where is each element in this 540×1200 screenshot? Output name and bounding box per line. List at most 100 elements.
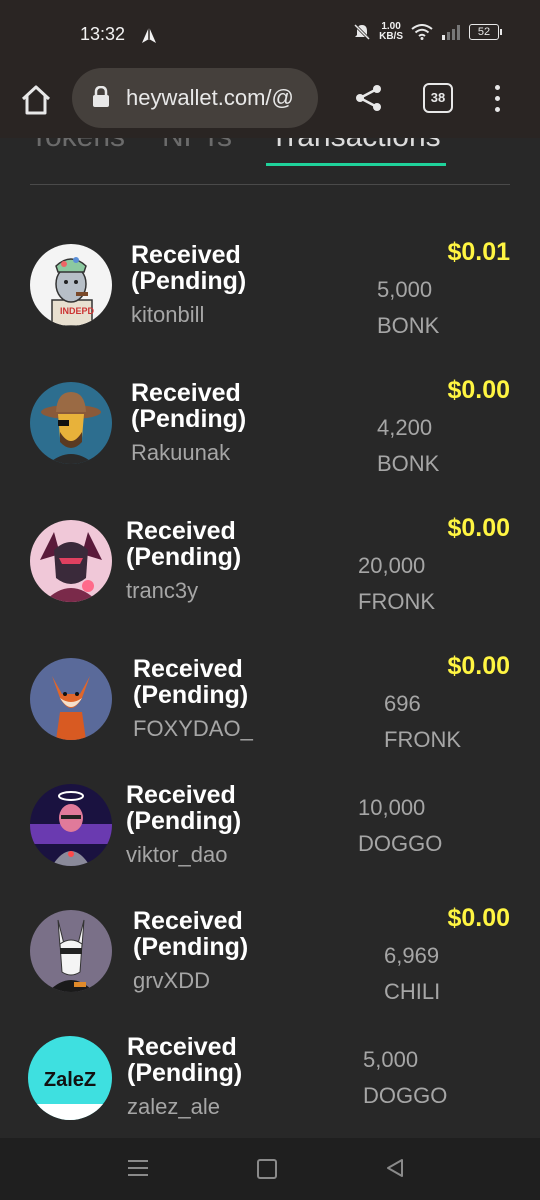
avatar xyxy=(30,910,112,992)
url-bar[interactable]: heywallet.com/@ xyxy=(72,68,318,128)
token-symbol: CHILI xyxy=(384,979,441,1004)
status-pending: (Pending) xyxy=(131,267,247,295)
status-pending: (Pending) xyxy=(127,1059,243,1087)
avatar xyxy=(30,784,112,866)
token-amount: 20,000 FRONK xyxy=(358,548,435,620)
home-nav-icon[interactable] xyxy=(257,1159,277,1179)
status-icons: 1.00 KB/S 52 xyxy=(353,22,502,42)
avatar xyxy=(30,520,112,602)
avatar: INDEPD xyxy=(30,244,112,326)
usd-value: $0.00 xyxy=(447,904,510,932)
active-tab-indicator xyxy=(266,163,446,166)
amount-value: 4,200 xyxy=(377,415,433,440)
status-pending: (Pending) xyxy=(126,807,242,835)
token-symbol: DOGGO xyxy=(363,1083,448,1108)
status-label: Received xyxy=(133,655,243,683)
signal-icon xyxy=(442,25,460,40)
battery-tip xyxy=(500,29,502,35)
back-icon[interactable] xyxy=(385,1158,405,1178)
status-pending: (Pending) xyxy=(126,543,242,571)
tab-switcher-button[interactable]: 38 xyxy=(423,83,453,113)
wallet-page: Tokens NFTs Transactions INDEPD Received… xyxy=(0,138,540,1138)
sender-username[interactable]: kitonbill xyxy=(131,302,204,328)
usd-value: $0.00 xyxy=(447,376,510,404)
home-icon[interactable] xyxy=(18,82,54,118)
transaction-status: Received (Pending) xyxy=(131,380,246,432)
token-amount: 10,000 DOGGO xyxy=(358,790,442,862)
avatar xyxy=(30,658,112,740)
share-icon[interactable] xyxy=(354,83,384,113)
svg-text:INDEPD: INDEPD xyxy=(60,306,95,316)
sender-username[interactable]: Rakuunak xyxy=(131,440,230,466)
network-speed: 1.00 KB/S xyxy=(379,22,403,42)
tabs-divider xyxy=(30,184,510,185)
token-symbol: FRONK xyxy=(358,589,435,614)
tab-nfts[interactable]: NFTs xyxy=(162,138,232,154)
sender-username[interactable]: tranc3y xyxy=(126,578,198,604)
browser-toolbar: heywallet.com/@ 38 xyxy=(0,66,540,138)
wallet-tabs: Tokens NFTs Transactions xyxy=(0,138,540,168)
transaction-row[interactable]: Received (Pending) viktor_dao 10,000 DOG… xyxy=(0,778,540,898)
status-bar: 13:32 1.00 KB/S 52 xyxy=(0,0,540,66)
transaction-row[interactable]: INDEPD Received (Pending) kitonbill $0.0… xyxy=(0,238,540,358)
more-menu-icon[interactable] xyxy=(489,83,505,113)
tab-tokens[interactable]: Tokens xyxy=(30,138,125,154)
sender-username[interactable]: viktor_dao xyxy=(126,842,228,868)
token-symbol: FRONK xyxy=(384,727,461,752)
token-amount: 6,969 CHILI xyxy=(384,938,440,1010)
net-speed-unit: KB/S xyxy=(379,31,403,42)
transaction-status: Received (Pending) xyxy=(133,656,248,708)
transaction-status: Received (Pending) xyxy=(127,1034,242,1086)
notification-app-icon xyxy=(142,27,156,43)
status-pending: (Pending) xyxy=(133,681,249,709)
recents-icon[interactable] xyxy=(128,1160,148,1176)
status-label: Received xyxy=(133,907,243,935)
transaction-row[interactable]: Received (Pending) FOXYDAO_ $0.00 696 FR… xyxy=(0,652,540,772)
status-label: Received xyxy=(131,241,241,269)
status-label: Received xyxy=(126,781,236,809)
amount-value: 6,969 xyxy=(384,943,440,968)
token-symbol: DOGGO xyxy=(358,831,443,856)
avatar-logo-text: ZaleZ xyxy=(44,1069,96,1091)
system-nav-bar xyxy=(0,1138,540,1200)
sender-username[interactable]: zalez_ale xyxy=(127,1094,220,1120)
amount-value: 20,000 xyxy=(358,553,426,578)
transaction-status: Received (Pending) xyxy=(126,518,241,570)
amount-value: 5,000 xyxy=(377,277,433,302)
usd-value: $0.00 xyxy=(447,652,510,680)
transaction-row[interactable]: Received (Pending) grvXDD $0.00 6,969 CH… xyxy=(0,904,540,1024)
sender-username[interactable]: FOXYDAO_ xyxy=(133,716,253,742)
transaction-status: Received (Pending) xyxy=(131,242,246,294)
url-text: heywallet.com/@ xyxy=(126,85,294,110)
sender-username[interactable]: grvXDD xyxy=(133,968,210,994)
battery-level: 52 xyxy=(469,24,499,40)
status-label: Received xyxy=(127,1033,237,1061)
mute-bell-icon xyxy=(354,23,371,41)
usd-value: $0.00 xyxy=(447,514,510,542)
transaction-row[interactable]: Received (Pending) tranc3y $0.00 20,000 … xyxy=(0,514,540,634)
token-symbol: BONK xyxy=(377,313,440,338)
transaction-row[interactable]: Received (Pending) Rakuunak $0.00 4,200 … xyxy=(0,376,540,496)
amount-value: 696 xyxy=(384,691,421,716)
token-amount: 5,000 BONK xyxy=(377,272,439,344)
status-label: Received xyxy=(131,379,241,407)
transaction-status: Received (Pending) xyxy=(126,782,241,834)
token-amount: 696 FRONK xyxy=(384,686,461,758)
tab-transactions[interactable]: Transactions xyxy=(270,138,441,154)
lock-icon xyxy=(93,86,109,107)
amount-value: 5,000 xyxy=(363,1047,419,1072)
transaction-status: Received (Pending) xyxy=(133,908,248,960)
avatar xyxy=(30,382,112,464)
token-amount: 5,000 DOGGO xyxy=(363,1042,447,1114)
avatar: ZaleZ xyxy=(28,1036,112,1120)
usd-value: $0.01 xyxy=(447,238,510,266)
token-amount: 4,200 BONK xyxy=(377,410,439,482)
status-pending: (Pending) xyxy=(131,405,247,433)
amount-value: 10,000 xyxy=(358,795,426,820)
status-pending: (Pending) xyxy=(133,933,249,961)
battery-indicator: 52 xyxy=(469,24,502,40)
transaction-row[interactable]: ZaleZ Received (Pending) zalez_ale 5,000… xyxy=(0,1030,540,1138)
token-symbol: BONK xyxy=(377,451,440,476)
status-label: Received xyxy=(126,517,236,545)
status-time: 13:32 xyxy=(80,24,126,44)
